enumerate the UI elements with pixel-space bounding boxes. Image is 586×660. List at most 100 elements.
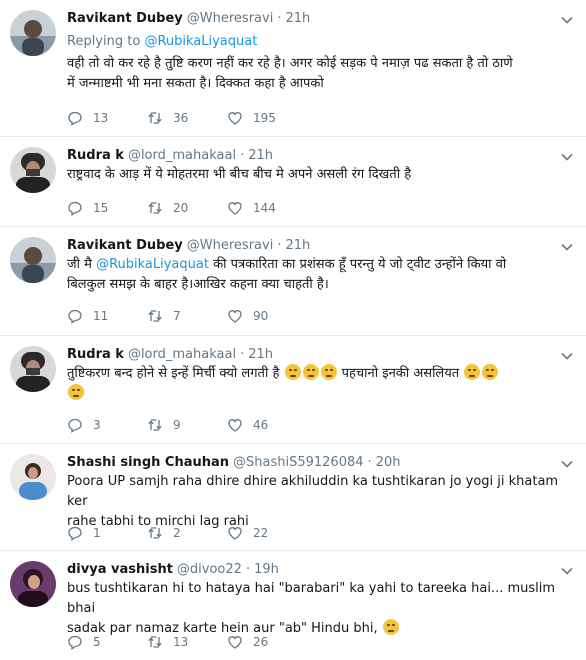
retweet-button[interactable]: 2	[147, 525, 227, 541]
like-button[interactable]: 90	[227, 308, 307, 324]
avatar[interactable]	[10, 346, 56, 392]
caret-down-icon[interactable]	[560, 13, 574, 27]
author-handle[interactable]: @ShashiS59126084	[233, 455, 364, 470]
like-icon	[228, 112, 242, 125]
tweet-text-line: राष्ट्रवाद के आड़ में ये मोहतरमा भी बीच …	[67, 167, 412, 182]
timestamp[interactable]: 19h	[254, 562, 279, 577]
tweet[interactable]: divya vashisht @divoo22 · 19h bus tushti…	[0, 551, 586, 660]
caret-down-icon[interactable]	[560, 349, 574, 363]
tweet[interactable]: Ravikant Dubey @Wheresravi · 21h जी मै @…	[0, 227, 586, 336]
avatar[interactable]	[10, 561, 56, 607]
like-button[interactable]: 26	[227, 634, 307, 650]
tweet[interactable]: Ravikant Dubey @Wheresravi · 21h Replyin…	[0, 0, 586, 137]
reply-icon	[68, 201, 82, 216]
author-name[interactable]: Ravikant Dubey	[67, 11, 183, 26]
reply-button[interactable]: 1	[67, 525, 147, 541]
reply-button[interactable]: 13	[67, 110, 147, 126]
replying-to: Replying to @RubikaLiyaquat	[67, 34, 257, 49]
tweet-text-pre: जी मै	[67, 257, 97, 272]
like-button[interactable]: 195	[227, 110, 307, 126]
author-handle[interactable]: @lord_mahakaal	[128, 148, 236, 163]
timestamp[interactable]: 20h	[376, 455, 401, 470]
reply-icon	[68, 309, 82, 324]
author-name[interactable]: divya vashisht	[67, 562, 173, 577]
like-icon	[228, 527, 242, 540]
tweet-text-line: बिलकुल समझ के बाहर है।आखिर कहना क्या चाह…	[67, 277, 329, 292]
avatar[interactable]	[10, 454, 56, 500]
like-button[interactable]: 46	[227, 417, 307, 433]
retweet-button[interactable]: 13	[147, 634, 227, 650]
tweet-actions: 1 2 22	[67, 524, 307, 542]
retweet-count: 9	[173, 418, 181, 432]
separator: ·	[240, 347, 245, 362]
retweet-icon	[148, 112, 162, 124]
retweet-count: 7	[173, 309, 181, 323]
reply-button[interactable]: 11	[67, 308, 147, 324]
like-icon	[228, 202, 242, 215]
author-name[interactable]: Shashi singh Chauhan	[67, 455, 229, 470]
caret-down-icon[interactable]	[560, 150, 574, 164]
tweet-text: Poora UP samjh raha dhire dhire akhiludd…	[67, 472, 572, 532]
avatar[interactable]	[10, 147, 56, 193]
author-handle[interactable]: @Wheresravi	[187, 11, 274, 26]
author-name[interactable]: Rudra k	[67, 148, 124, 163]
replying-to-mention[interactable]: @RubikaLiyaquat	[144, 34, 257, 49]
separator: ·	[367, 455, 372, 470]
timestamp[interactable]: 21h	[248, 148, 273, 163]
retweet-icon	[148, 310, 162, 322]
like-button[interactable]: 144	[227, 200, 307, 216]
thinking-face-emoji-icon	[284, 364, 301, 380]
retweet-count: 13	[173, 635, 189, 649]
tweet[interactable]: Shashi singh Chauhan @ShashiS59126084 · …	[0, 444, 586, 551]
reply-count: 3	[93, 418, 101, 432]
like-icon	[228, 310, 242, 323]
reply-button[interactable]: 15	[67, 200, 147, 216]
author-name[interactable]: Ravikant Dubey	[67, 238, 183, 253]
tweet-text: वही तो वो कर रहे है तुष्टि करण नहीं कर र…	[67, 54, 572, 94]
retweet-count: 2	[173, 526, 181, 540]
tweet-text-line: जी मै @RubikaLiyaquat की पत्रकारिता का प…	[67, 255, 572, 275]
retweet-button[interactable]: 7	[147, 308, 227, 324]
tweet[interactable]: Rudra k @lord_mahakaal · 21h तुष्टिकरण ब…	[0, 336, 586, 444]
timestamp[interactable]: 21h	[285, 11, 310, 26]
author-handle[interactable]: @divoo22	[177, 562, 242, 577]
tweet-actions: 11 7 90	[67, 307, 307, 325]
avatar[interactable]	[10, 10, 56, 56]
author-name[interactable]: Rudra k	[67, 347, 124, 362]
tweet-text-line: Poora UP samjh raha dhire dhire akhiludd…	[67, 474, 559, 509]
retweet-icon	[148, 527, 162, 539]
reply-count: 15	[93, 201, 109, 215]
tweet-text-line: bus tushtikaran hi to hataya hai "baraba…	[67, 581, 556, 616]
like-button[interactable]: 22	[227, 525, 307, 541]
reply-count: 1	[93, 526, 101, 540]
tweet-text-part: तुष्टिकरण बन्द होने से इन्हें मिर्ची क्य…	[67, 366, 280, 381]
retweet-count: 20	[173, 201, 189, 215]
timestamp[interactable]: 21h	[248, 347, 273, 362]
tweet-text-line: तुष्टिकरण बन्द होने से इन्हें मिर्ची क्य…	[67, 364, 572, 384]
retweet-button[interactable]: 20	[147, 200, 227, 216]
like-icon	[228, 636, 242, 649]
tweet-text: राष्ट्रवाद के आड़ में ये मोहतरमा भी बीच …	[67, 165, 572, 185]
tweet[interactable]: Rudra k @lord_mahakaal · 21h राष्ट्रवाद …	[0, 137, 586, 227]
author-handle[interactable]: @lord_mahakaal	[128, 347, 236, 362]
tweet-text-line: वही तो वो कर रहे है तुष्टि करण नहीं कर र…	[67, 56, 513, 71]
tweet-text-line: में जन्माष्टमी भी मना सकता है। दिक्कत कह…	[67, 76, 324, 91]
reply-count: 13	[93, 111, 109, 125]
timestamp[interactable]: 21h	[285, 238, 310, 253]
reply-button[interactable]: 3	[67, 417, 147, 433]
caret-down-icon[interactable]	[560, 240, 574, 254]
caret-down-icon[interactable]	[560, 457, 574, 471]
reply-button[interactable]: 5	[67, 634, 147, 650]
caret-down-icon[interactable]	[560, 564, 574, 578]
smile-emoji-icon	[382, 619, 399, 635]
mention-link[interactable]: @RubikaLiyaquat	[96, 257, 209, 272]
retweet-button[interactable]: 36	[147, 110, 227, 126]
retweet-icon	[148, 419, 162, 431]
tweet-text: जी मै @RubikaLiyaquat की पत्रकारिता का प…	[67, 255, 572, 295]
like-count: 195	[253, 111, 276, 125]
smirk-emoji-icon	[482, 364, 499, 380]
avatar[interactable]	[10, 237, 56, 283]
author-handle[interactable]: @Wheresravi	[187, 238, 274, 253]
tweet-text-part: पहचानो इनकी असलियत	[341, 366, 460, 381]
retweet-button[interactable]: 9	[147, 417, 227, 433]
